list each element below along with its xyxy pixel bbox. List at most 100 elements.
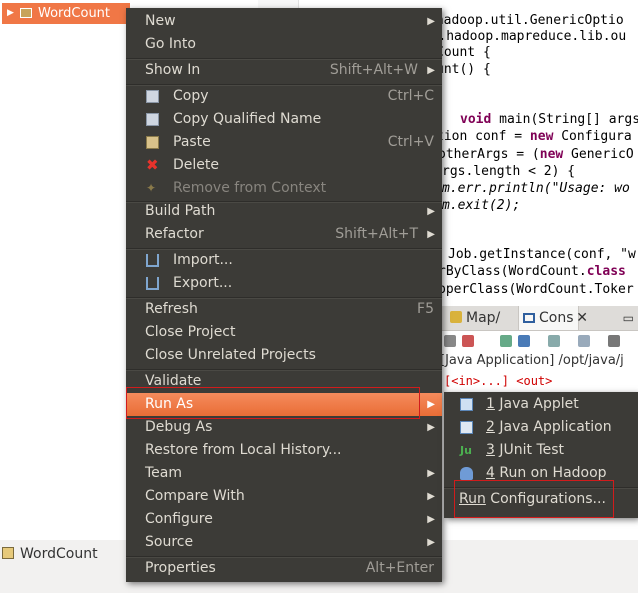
code-line: rByClass(WordCount.class — [438, 263, 626, 280]
menu-item-delete[interactable]: ✖ Delete — [126, 154, 442, 177]
menu-item-go-into[interactable]: Go Into — [126, 33, 442, 56]
code-keyword: class — [586, 264, 626, 279]
menu-item-java-applet[interactable]: 1 Java Applet — [444, 393, 638, 416]
view-menu-icon[interactable] — [608, 335, 620, 347]
mnemonic: 3 — [486, 442, 495, 458]
expand-arrow-icon[interactable]: ▶ — [7, 3, 14, 24]
menu-item-label: Delete — [173, 157, 219, 173]
menu-item-label: Refresh — [145, 301, 198, 317]
menu-item-shortcut: Alt+Enter — [365, 560, 434, 576]
menu-item-export[interactable]: Export... — [126, 272, 442, 295]
java-applet-icon — [460, 398, 473, 411]
menu-item-close-unrelated-projects[interactable]: Close Unrelated Projects — [126, 344, 442, 367]
chevron-right-icon: ▶ — [427, 16, 435, 27]
menu-item-refresh[interactable]: Refresh F5 — [126, 298, 442, 321]
display-console-icon[interactable] — [548, 335, 560, 347]
code-text: .hadoop.util.GenericOptio — [428, 13, 624, 28]
open-console-icon[interactable] — [578, 335, 590, 347]
console-toolbar — [438, 332, 638, 352]
menu-item-shortcut: Ctrl+C — [387, 88, 434, 104]
pin-console-icon[interactable] — [518, 335, 530, 347]
remove-launch-icon[interactable] — [444, 335, 456, 347]
code-text: pperClass(WordCount.Toker — [438, 282, 634, 297]
chevron-right-icon: ▶ — [427, 65, 435, 76]
code-line: tion conf = new Configura — [436, 128, 632, 145]
code-text: m.err.println("Usage: wo — [442, 181, 630, 196]
menu-item-label: Import... — [173, 252, 233, 268]
menu-item-label: Show In — [145, 62, 201, 78]
menu-item-label: Compare With — [145, 488, 245, 504]
mnemonic: 1 — [486, 396, 495, 412]
hadoop-elephant-icon — [460, 467, 473, 480]
code-line: pperClass(WordCount.Toker — [438, 281, 634, 298]
minimize-icon[interactable]: ▭ — [623, 306, 634, 330]
delete-icon: ✖ — [146, 156, 159, 174]
menu-item-label: Debug As — [145, 419, 213, 435]
annotation-highlight-run-configurations — [454, 480, 614, 518]
menu-item-restore-from-local-history[interactable]: Restore from Local History... — [126, 439, 442, 462]
menu-item-close-project[interactable]: Close Project — [126, 321, 442, 344]
context-menu: New ▶ Go Into Show In Shift+Alt+W ▶ Copy Ctr… — [126, 8, 442, 582]
menu-item-import[interactable]: Import... — [126, 249, 442, 272]
menu-item-shortcut: Shift+Alt+W — [329, 62, 418, 78]
code-text: Configura — [553, 129, 632, 144]
chevron-right-icon: ▶ — [427, 422, 435, 433]
menu-item-team[interactable]: Team ▶ — [126, 462, 442, 485]
menu-item-debug-as[interactable]: Debug As ▶ — [126, 416, 442, 439]
code-line: m.exit(2); — [442, 197, 520, 214]
code-keyword: new — [539, 147, 564, 162]
scroll-lock-icon[interactable] — [500, 335, 512, 347]
clear-console-icon[interactable] — [462, 335, 474, 347]
menu-item-label: Export... — [173, 275, 233, 291]
mnemonic: 2 — [486, 419, 495, 435]
close-icon[interactable]: ✕ — [576, 306, 588, 330]
code-text: Count { — [436, 45, 491, 60]
chevron-right-icon: ▶ — [427, 399, 435, 410]
elephant-icon — [450, 311, 462, 323]
menu-item-label: Copy Qualified Name — [173, 111, 322, 127]
menu-item-java-application[interactable]: 2 Java Application — [444, 416, 638, 439]
code-text: tion conf = — [436, 129, 530, 144]
copy-icon — [146, 90, 159, 103]
menu-item-show-in[interactable]: Show In Shift+Alt+W ▶ — [126, 59, 442, 82]
menu-item-shortcut: F5 — [417, 301, 434, 317]
menu-item-label: Restore from Local History... — [145, 442, 342, 458]
menu-item-label: Remove from Context — [173, 180, 327, 196]
remove-context-icon: ✦ — [146, 181, 157, 195]
code-line: otherArgs = (new GenericO — [438, 146, 634, 163]
menu-item-new[interactable]: New ▶ — [126, 10, 442, 33]
tree-item-label: WordCount — [38, 6, 111, 21]
menu-item-paste[interactable]: Paste Ctrl+V — [126, 131, 442, 154]
menu-item-remove-from-context[interactable]: ✦ Remove from Context — [126, 177, 442, 200]
chevron-right-icon: ▶ — [427, 468, 435, 479]
tree-item-wordcount[interactable]: ▶ WordCount — [2, 3, 130, 24]
copy-icon — [146, 113, 159, 126]
menu-item-refactor[interactable]: Refactor Shift+Alt+T ▶ — [126, 223, 442, 246]
menu-item-shortcut: Ctrl+V — [387, 134, 434, 150]
console-tab-bar: Map/ Cons ✕ ▭ — [438, 306, 638, 331]
menu-item-copy-qualified-name[interactable]: Copy Qualified Name — [126, 108, 442, 131]
import-icon — [146, 254, 159, 267]
code-text: GenericO — [563, 147, 634, 162]
menu-item-label: 3 JUnit Test — [486, 439, 564, 462]
menu-item-label: Properties — [145, 560, 216, 576]
tab-map-reduce-locations[interactable]: Map/ — [450, 306, 500, 330]
menu-item-compare-with[interactable]: Compare With ▶ — [126, 485, 442, 508]
status-selection-label: WordCount — [20, 546, 98, 562]
menu-item-junit-test[interactable]: Ju 3 JUnit Test — [444, 439, 638, 462]
menu-item-configure[interactable]: Configure ▶ — [126, 508, 442, 531]
menu-item-label: 1 Java Applet — [486, 393, 579, 416]
tab-label: Map/ — [466, 310, 501, 326]
menu-item-label: Paste — [173, 134, 211, 150]
menu-item-source[interactable]: Source ▶ — [126, 531, 442, 554]
code-line: Count { — [436, 44, 491, 61]
label-text: Java Application — [494, 419, 612, 435]
java-project-icon — [2, 547, 14, 559]
menu-item-copy[interactable]: Copy Ctrl+C — [126, 85, 442, 108]
tab-console[interactable]: Cons — [518, 306, 579, 330]
menu-item-label: Configure — [145, 511, 213, 527]
code-keyword: new — [529, 129, 554, 144]
menu-item-properties[interactable]: Properties Alt+Enter — [126, 557, 442, 580]
menu-item-build-path[interactable]: Build Path ▶ — [126, 200, 442, 223]
java-application-icon — [460, 421, 473, 434]
